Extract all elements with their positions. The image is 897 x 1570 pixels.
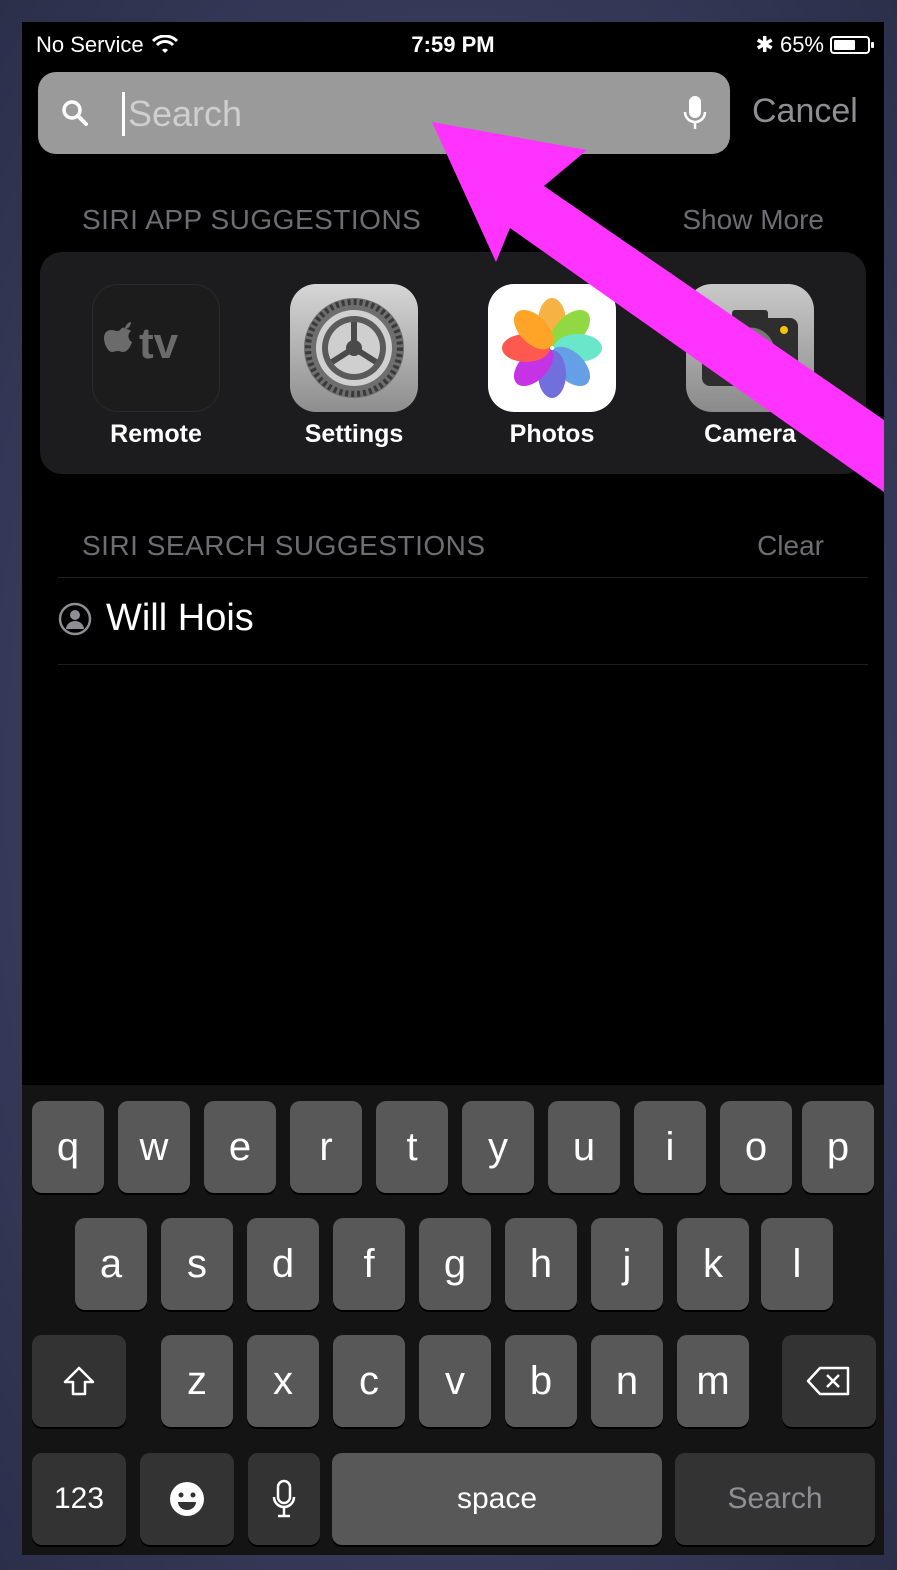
annotation-arrow	[432, 122, 884, 492]
phone-screen: No Service 7:59 PM ✱ 65% Cancel SIR	[22, 22, 884, 1555]
